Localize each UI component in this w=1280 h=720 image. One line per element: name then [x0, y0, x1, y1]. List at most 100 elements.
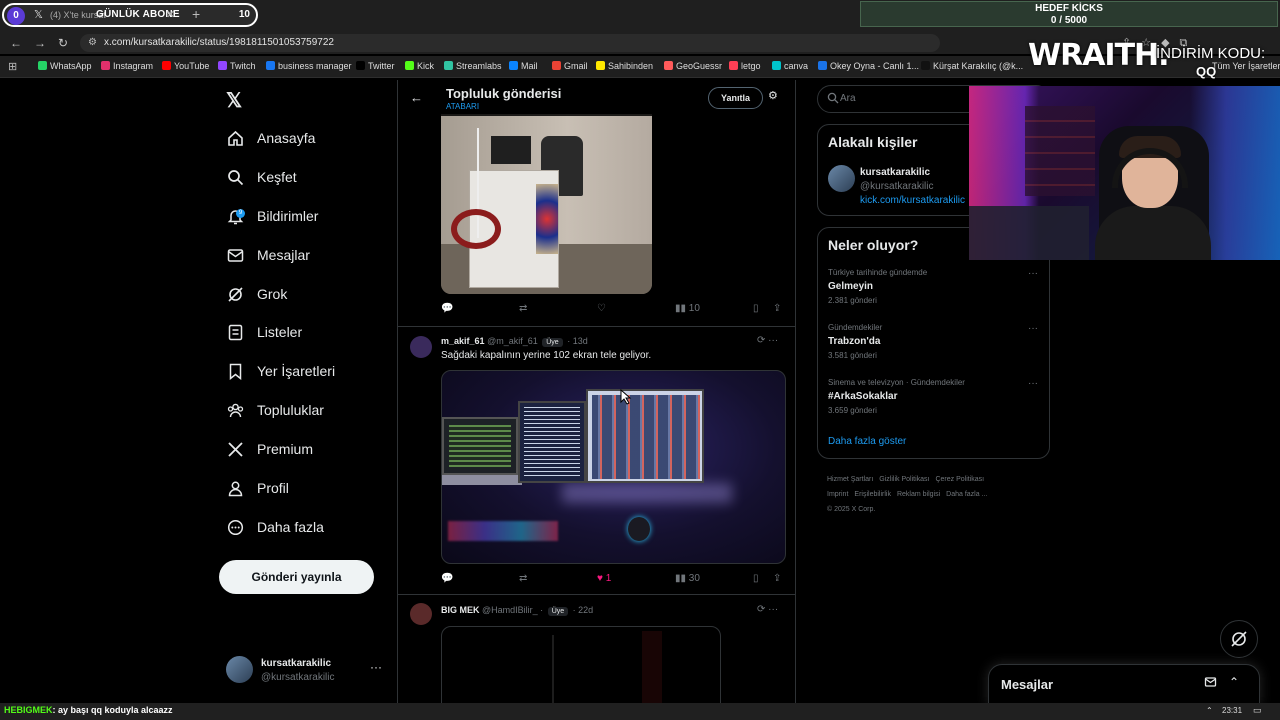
trend-item[interactable]: Gündemdekiler Trabzon'da 3.581 gönderi ··· [828, 323, 1038, 360]
sidebar-item-bildirimler[interactable]: 9 Bildirimler [226, 202, 318, 230]
back-icon[interactable]: ← [10, 36, 22, 50]
footer-link[interactable]: Daha fazla ... [946, 491, 987, 498]
bookmark-item[interactable]: Mail [509, 61, 538, 71]
post-button[interactable]: Gönderi yayınla [219, 560, 374, 594]
bookmark-item[interactable]: Instagram [101, 61, 153, 71]
footer-link[interactable]: Hizmet Şartları [827, 476, 873, 483]
bookmark-item[interactable]: Kick [405, 61, 434, 71]
browser-tab-bar: 0 𝕏 (4) X'te kursat GÜNLÜK ABONE ✕ + 10 … [0, 0, 1280, 32]
sidebar-item-yer-i̇şaretleri[interactable]: Yer İşaretleri [226, 357, 335, 385]
sidebar-item-daha-fazla[interactable]: Daha fazla [226, 513, 324, 541]
post-image-room[interactable] [441, 114, 652, 294]
back-arrow-icon[interactable]: ← [410, 90, 423, 105]
sidebar-item-keşfet[interactable]: Keşfet [226, 163, 297, 191]
avatar[interactable] [410, 336, 432, 358]
author-name: BIG MEK [441, 605, 480, 615]
avatar[interactable] [410, 603, 432, 625]
bookmark-favicon-icon [818, 61, 827, 70]
chevron-up-icon[interactable]: ⌃ [1229, 675, 1239, 689]
post-menu-icon[interactable]: ⟳ ··· [757, 604, 778, 615]
trend-more-icon[interactable]: ··· [1028, 378, 1038, 389]
all-bookmarks[interactable]: Tüm Yer İşaretleri [1212, 61, 1280, 71]
like-icon[interactable]: ♡ [597, 303, 606, 314]
forward-icon[interactable]: → [34, 36, 46, 50]
grok-icon [1231, 631, 1247, 647]
account-more-icon[interactable]: ··· [370, 660, 382, 674]
footer-link[interactable]: Gizlilik Politikası [879, 476, 929, 483]
bookmark-item[interactable]: Streamlabs [444, 61, 502, 71]
sidebar-item-topluluklar[interactable]: Topluluklar [226, 396, 324, 424]
footer-link[interactable]: Erişilebilirlik [854, 491, 891, 498]
trend-more-icon[interactable]: ··· [1028, 268, 1038, 279]
share-icon[interactable]: ⇪ [773, 303, 781, 314]
trend-more-icon[interactable]: ··· [1028, 323, 1038, 334]
sidebar-item-listeler[interactable]: Listeler [226, 318, 302, 346]
apps-grid-icon[interactable]: ⊞ [8, 60, 17, 73]
related-name[interactable]: kursatkarakilic [860, 167, 930, 178]
views-icon[interactable]: ▮▮ 30 [675, 573, 700, 584]
x-logo-icon[interactable]: 𝕏 [226, 88, 242, 113]
sidebar-item-anasayfa[interactable]: Anasayfa [226, 124, 315, 152]
url-field[interactable]: ⚙ x.com/kursatkarakilic/status/198181150… [80, 34, 940, 52]
trend-name: Gelmeyin [828, 281, 874, 292]
bookmark-item[interactable]: Okey Oyna - Canlı 1... [818, 61, 919, 71]
search-input[interactable]: Ara [840, 93, 856, 104]
bookmark-icon[interactable]: ▯ [753, 303, 759, 314]
trend-count: 2.381 gönderi [828, 296, 877, 305]
share-icon[interactable]: ⇪ [773, 573, 781, 584]
reply-icon[interactable]: 💬 [441, 303, 453, 314]
kicks-goal-progress: 0 / 5000 [1050, 15, 1088, 26]
post-menu-icon[interactable]: ⟳ ··· [757, 335, 778, 346]
reply-button[interactable]: Yanıtla [708, 87, 763, 109]
trend-item[interactable]: Sinema ve televizyon · Gündemdekiler #Ark… [828, 378, 1038, 415]
new-message-icon[interactable] [1204, 675, 1218, 689]
notification-icon[interactable]: ▭ [1253, 705, 1262, 716]
reload-icon[interactable]: ↻ [58, 36, 68, 50]
repost-icon[interactable]: ⇄ [519, 573, 527, 584]
sidebar-item-label: Bildirimler [257, 208, 319, 224]
reply-icon[interactable]: 💬 [441, 573, 453, 584]
post-image-setup[interactable] [441, 370, 786, 564]
bookmark-item[interactable]: canva [772, 61, 808, 71]
avatar[interactable] [828, 165, 855, 192]
footer-link[interactable]: Çerez Politikası [935, 476, 984, 483]
bookmark-item[interactable]: WhatsApp [38, 61, 92, 71]
bookmark-item[interactable]: letgo [729, 61, 761, 71]
sliders-icon[interactable]: ⚙ [768, 89, 778, 102]
footer-link[interactable]: © 2025 X Corp. [827, 506, 875, 513]
bookmark-item[interactable]: business manager [266, 61, 352, 71]
tray-chevron-icon[interactable]: ⌃ [1206, 706, 1213, 715]
views-icon[interactable]: ▮▮ 10 [675, 303, 700, 314]
footer-link[interactable]: Reklam bilgisi [897, 491, 940, 498]
trend-item[interactable]: Türkiye tarihinde gündemde Gelmeyin 2.381 … [828, 268, 1038, 305]
bookmark-icon[interactable]: ▯ [753, 573, 759, 584]
sidebar-item-grok[interactable]: Grok [226, 280, 287, 308]
bookmark-label: Twitter [368, 61, 395, 71]
bookmark-item[interactable]: YouTube [162, 61, 209, 71]
tab-group[interactable]: 0 𝕏 (4) X'te kursat GÜNLÜK ABONE ✕ + 10 [2, 3, 258, 27]
url-text[interactable]: x.com/kursatkarakilic/status/19818115010… [104, 37, 334, 48]
messages-drawer[interactable]: Mesajlar ⌃ [988, 664, 1260, 704]
new-tab-icon[interactable]: + [192, 6, 200, 22]
bookmark-item[interactable]: Gmail [552, 61, 588, 71]
show-more-link[interactable]: Daha fazla göster [828, 436, 906, 447]
tab-close-icon[interactable]: ✕ [166, 8, 175, 21]
sidebar-item-profil[interactable]: Profil [226, 474, 289, 502]
sidebar-item-mesajlar[interactable]: Mesajlar [226, 241, 310, 269]
footer-link[interactable]: Imprint [827, 491, 848, 498]
bookmark-item[interactable]: GeoGuessr [664, 61, 722, 71]
site-info-icon[interactable]: ⚙ [88, 37, 97, 48]
bookmark-item[interactable]: Twitter [356, 61, 395, 71]
grok-button[interactable] [1220, 620, 1258, 658]
like-icon[interactable]: ♥ 1 [597, 573, 611, 584]
bookmark-item[interactable]: Twitch [218, 61, 256, 71]
sidebar-item-premium[interactable]: Premium [226, 435, 313, 463]
bookmark-item[interactable]: Sahibinden [596, 61, 653, 71]
sidebar-item-label: Mesajlar [257, 247, 310, 263]
account-switcher[interactable]: kursatkarakilic @kursatkarakilic ··· [226, 656, 386, 686]
community-name[interactable]: ATABARI [446, 102, 479, 111]
repost-icon[interactable]: ⇄ [519, 303, 527, 314]
grok-icon [226, 285, 244, 303]
related-link[interactable]: kick.com/kursatkarakilic [860, 195, 965, 206]
bookmark-item[interactable]: Kürşat Karakılıç (@k... [921, 61, 1023, 71]
